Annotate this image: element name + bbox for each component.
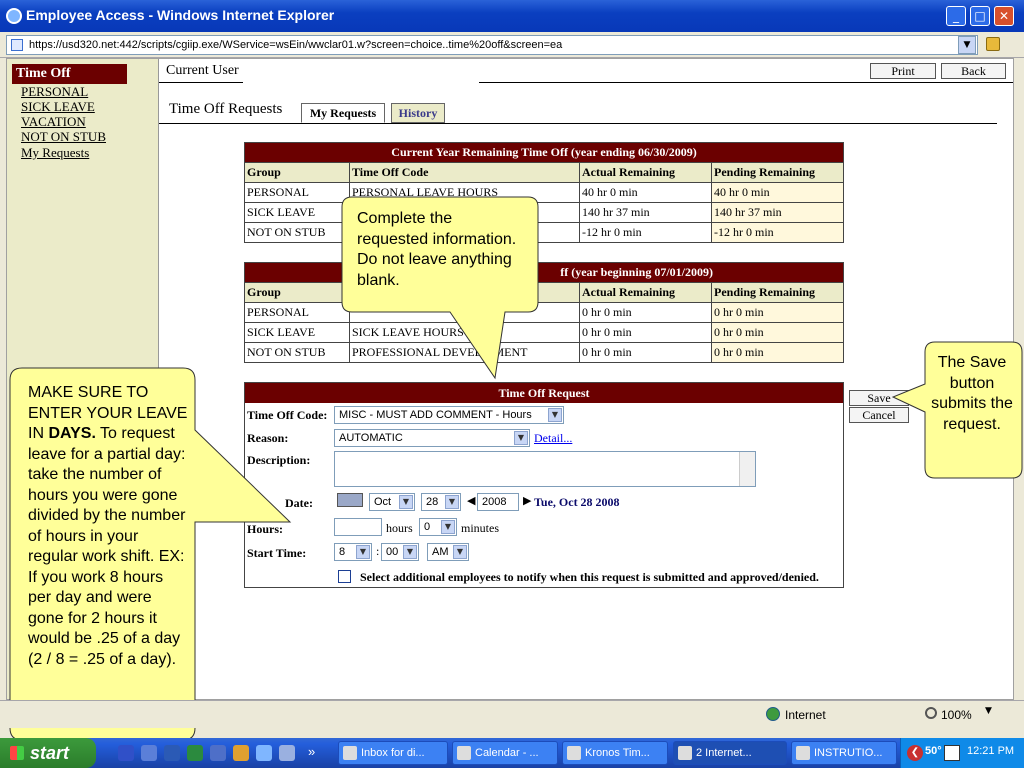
taskbar: start » Inbox for di... Calendar - ... K… — [0, 738, 1024, 768]
calendar-icon[interactable] — [233, 745, 249, 761]
quick-launch-icon[interactable] — [118, 745, 134, 761]
zoom-level[interactable]: 100% — [941, 708, 972, 722]
security-zone: Internet — [785, 708, 826, 722]
windows-logo-icon — [10, 746, 24, 760]
taskbar-item-kronos[interactable]: Kronos Tim... — [562, 741, 668, 765]
zoom-dropdown-icon[interactable]: ▼ — [985, 706, 992, 716]
status-bar: Internet 100% ▼ — [0, 700, 1024, 728]
system-tray: ❮ 50° 12:21 PM — [900, 738, 1024, 768]
callout-days-post: To request leave for a partial day: take… — [28, 425, 186, 668]
task-label: 2 Internet... — [696, 747, 752, 759]
task-label: Inbox for di... — [361, 747, 425, 759]
callout-days-bold: DAYS. — [48, 425, 96, 442]
taskbar-item-internet[interactable]: 2 Internet... — [673, 741, 787, 765]
overflow-chevron-icon[interactable]: » — [308, 744, 315, 759]
excel-icon[interactable] — [187, 745, 203, 761]
start-label: start — [30, 743, 70, 763]
word-icon — [796, 746, 810, 760]
start-button[interactable]: start — [0, 738, 96, 768]
tray-app-icon[interactable] — [944, 745, 960, 761]
callout-save-text: The Save button submits the request. — [931, 354, 1013, 433]
task-label: Kronos Tim... — [585, 747, 650, 759]
temperature[interactable]: 50° — [925, 745, 942, 757]
quick-launch-icon[interactable] — [141, 745, 157, 761]
callout-days-text: MAKE SURE TO ENTER YOUR LEAVE IN DAYS. T… — [28, 383, 188, 670]
taskbar-item-calendar[interactable]: Calendar - ... — [452, 741, 558, 765]
taskbar-item-instructions[interactable]: INSTRUTIO... — [791, 741, 897, 765]
internet-explorer-icon[interactable] — [256, 745, 272, 761]
calendar-icon — [457, 746, 471, 760]
internet-explorer-icon — [678, 746, 692, 760]
taskbar-item-inbox[interactable]: Inbox for di... — [338, 741, 448, 765]
tray-expand-icon[interactable]: ❮ — [907, 745, 923, 761]
word-icon[interactable] — [164, 745, 180, 761]
outlook-icon — [343, 746, 357, 760]
kronos-icon — [567, 746, 581, 760]
outlook-icon[interactable] — [279, 745, 295, 761]
clock: 12:21 PM — [967, 745, 1015, 757]
task-label: Calendar - ... — [475, 747, 539, 759]
media-player-icon[interactable] — [210, 745, 226, 761]
callout-blank-text: Complete the requested information. Do n… — [357, 210, 517, 289]
task-label: INSTRUTIO... — [814, 747, 883, 759]
globe-icon — [766, 707, 780, 721]
zoom-icon[interactable] — [925, 707, 937, 719]
